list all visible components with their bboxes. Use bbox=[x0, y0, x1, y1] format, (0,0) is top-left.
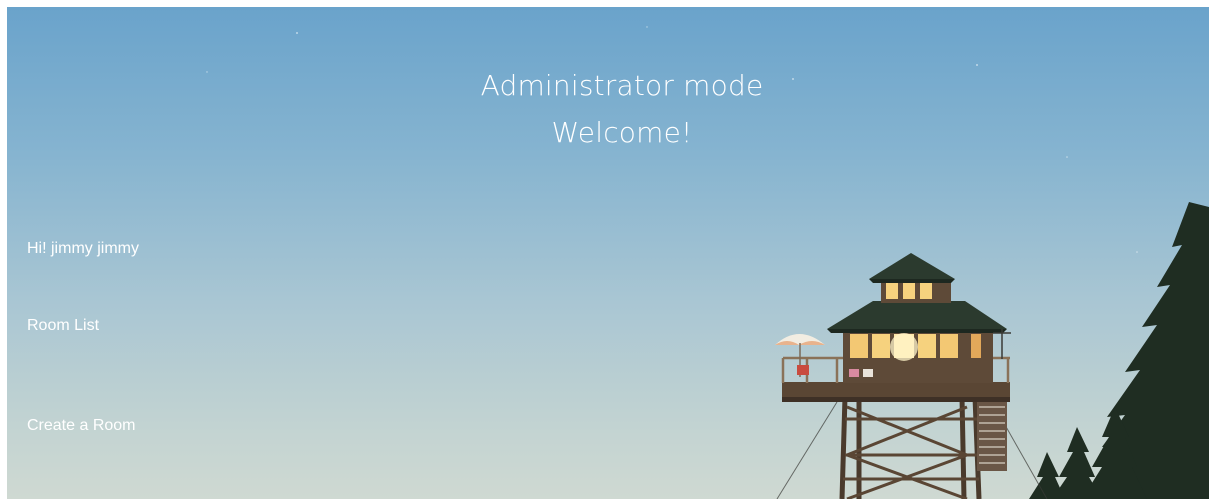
room-list-link[interactable]: Room List bbox=[27, 317, 99, 335]
tower-deck bbox=[782, 382, 1010, 398]
sun-glow bbox=[890, 333, 918, 361]
hero-background: Administrator mode Welcome! Hi! jimmy ji… bbox=[7, 7, 1209, 499]
pine-trees bbox=[1029, 202, 1209, 499]
create-room-link[interactable]: Create a Room bbox=[27, 417, 136, 435]
page-title-welcome: Welcome! bbox=[551, 116, 693, 149]
tower-bracing bbox=[843, 405, 979, 499]
user-greeting: Hi! jimmy jimmy bbox=[27, 240, 139, 257]
tower-stairs bbox=[977, 399, 1007, 471]
cabin-roof bbox=[827, 301, 1007, 329]
antenna bbox=[993, 329, 1011, 359]
cupola-roof bbox=[869, 253, 955, 279]
page-title-mode: Administrator mode bbox=[480, 69, 764, 102]
deck-chair bbox=[797, 365, 809, 375]
